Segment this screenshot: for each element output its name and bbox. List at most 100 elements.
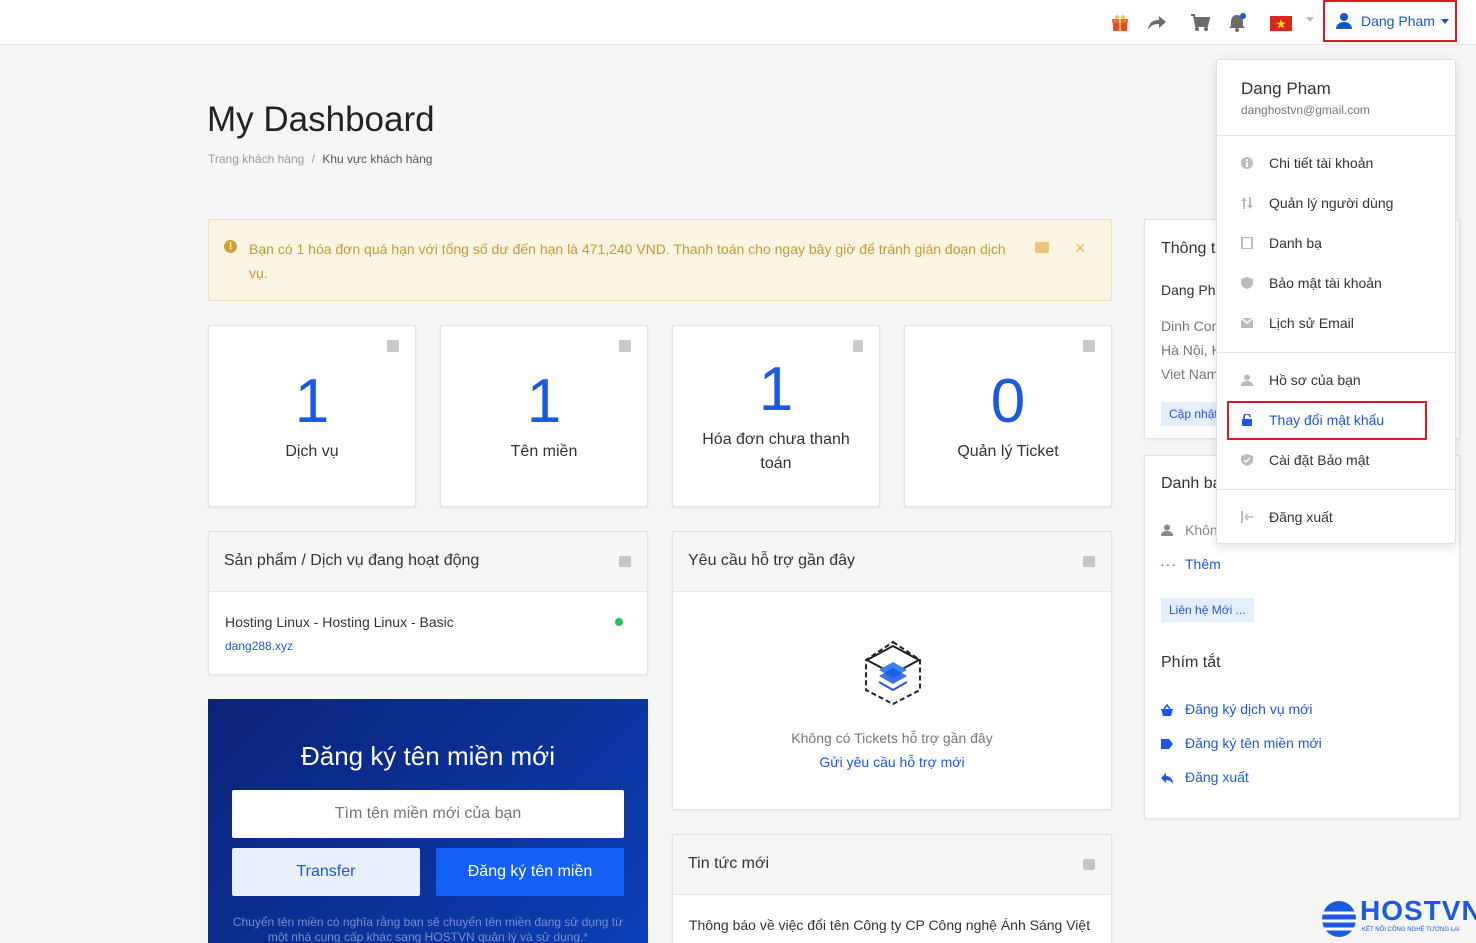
menu-label: Hồ sơ của bạn	[1269, 372, 1361, 388]
warning-icon: !	[224, 240, 237, 253]
active-products-panel: Sản phẩm / Dịch vụ đang hoạt động Hostin…	[208, 531, 648, 675]
top-navbar: Dang Pham	[0, 0, 1476, 45]
menu-user-management[interactable]: Quản lý người dùng	[1241, 193, 1393, 213]
address-book-icon	[1241, 237, 1253, 249]
breadcrumb-separator: /	[311, 152, 315, 166]
shield-check-icon	[1241, 454, 1253, 466]
panel-header: Tin tức mới	[673, 835, 1111, 895]
contacts-title: Danh bạ	[1161, 475, 1222, 492]
divider	[1217, 352, 1455, 353]
user-icon	[1241, 374, 1253, 386]
menu-label: Cài đặt Bảo mật	[1269, 452, 1370, 468]
user-icon	[1336, 13, 1352, 29]
tile-value: 1	[526, 367, 562, 436]
domain-search-input[interactable]	[232, 790, 624, 838]
new-contact-button[interactable]: Liên hệ Mới ...	[1161, 598, 1254, 622]
user-name: Dang Pham	[1361, 13, 1435, 29]
product-name[interactable]: Hosting Linux - Hosting Linux - Basic	[225, 614, 454, 630]
server-icon	[619, 556, 631, 567]
register-domain-button[interactable]: Đăng ký tên miền	[436, 848, 624, 896]
overdue-invoice-alert: ! Bạn có 1 hóa đơn quá hạn với tổng số d…	[208, 219, 1112, 301]
menu-contacts[interactable]: Danh bạ	[1241, 233, 1322, 253]
menu-label: Bảo mật tài khoản	[1269, 275, 1382, 291]
divider	[1217, 135, 1455, 136]
menu-email-history[interactable]: Lịch sử Email	[1241, 313, 1354, 333]
gift-icon[interactable]	[1109, 12, 1131, 34]
cart-icon[interactable]	[1189, 12, 1211, 34]
recent-tickets-panel: Yêu cầu hỗ trợ gần đây Không có Tickets …	[672, 531, 1112, 810]
tag-icon	[1161, 739, 1173, 749]
shield-icon	[1241, 277, 1253, 289]
product-domain[interactable]: dang288.xyz	[225, 639, 293, 653]
panel-title: Tin tức mới	[688, 855, 770, 872]
close-icon[interactable]: ×	[1075, 238, 1086, 259]
empty-tickets-text: Không có Tickets hỗ trợ gần đây	[791, 730, 993, 746]
status-dot-icon	[615, 618, 623, 626]
menu-account-security[interactable]: Bảo mật tài khoản	[1241, 273, 1382, 293]
breadcrumb: Trang khách hàng / Khu vực khách hàng	[208, 152, 432, 166]
shortcut-new-service[interactable]: Đăng ký dịch vụ mới	[1185, 701, 1312, 717]
panel-title: Sản phẩm / Dịch vụ đang hoạt động	[224, 552, 480, 569]
logo-globe-icon	[1321, 901, 1357, 937]
tile-label: Quản lý Ticket	[957, 443, 1059, 460]
menu-label: Lịch sử Email	[1269, 315, 1354, 331]
tile-unpaid-invoices[interactable]: 1 Hóa đơn chưa thanh toán	[672, 325, 880, 507]
user-icon	[1161, 524, 1173, 536]
language-caret-icon[interactable]	[1306, 17, 1314, 22]
menu-label: Danh bạ	[1269, 235, 1322, 251]
ticket-icon	[1083, 340, 1095, 352]
folder-icon[interactable]	[1035, 242, 1049, 253]
tile-tickets[interactable]: 0 Quản lý Ticket	[904, 325, 1112, 507]
domain-register-box: Đăng ký tên miền mới Transfer Đăng ký tê…	[208, 699, 648, 943]
transfer-button[interactable]: Transfer	[232, 848, 420, 896]
dropdown-user-name: Dang Pham	[1241, 79, 1331, 98]
highlight-box	[1227, 401, 1427, 440]
info-address-2: Hà Nội, H	[1161, 342, 1222, 358]
basket-icon	[1161, 704, 1173, 716]
panel-title: Yêu cầu hỗ trợ gần đây	[688, 552, 856, 569]
domain-box-title: Đăng ký tên miền mới	[300, 741, 556, 771]
menu-label: Đăng xuất	[1269, 509, 1333, 525]
new-ticket-link[interactable]: Gửi yêu cầu hỗ trợ mới	[673, 754, 1111, 770]
tile-label: Dịch vụ	[285, 443, 339, 460]
shortcut-logout[interactable]: Đăng xuất	[1185, 769, 1249, 785]
breadcrumb-home[interactable]: Trang khách hàng	[208, 152, 304, 166]
tile-label: Tên miền	[510, 443, 578, 460]
more-link-label: Thêm	[1185, 556, 1221, 572]
menu-account-details[interactable]: Chi tiết tài khoản	[1241, 153, 1373, 173]
logo-tagline: KẾT NỐI CÔNG NGHỆ TƯƠNG LAI	[1362, 927, 1460, 933]
menu-your-profile[interactable]: Hồ sơ của bạn	[1241, 370, 1361, 390]
shortcut-new-domain[interactable]: Đăng ký tên miền mới	[1185, 735, 1322, 751]
info-icon	[1241, 157, 1253, 169]
transfer-note: Chuyển tên miền có nghĩa rằng bạn sẽ chu…	[232, 915, 624, 943]
reply-icon	[1161, 773, 1173, 784]
flag-vn-icon[interactable]	[1270, 12, 1292, 34]
tile-value: 1	[758, 355, 794, 424]
empty-mailbox-icon	[864, 640, 922, 706]
divider	[1217, 489, 1455, 490]
comment-icon	[1083, 859, 1095, 870]
menu-label: Quản lý người dùng	[1269, 195, 1394, 211]
envelope-icon	[1241, 317, 1253, 329]
tile-domains[interactable]: 1 Tên miền	[440, 325, 648, 507]
hostvn-logo: HOSTVN KẾT NỐI CÔNG NGHỆ TƯƠNG LAI	[1318, 895, 1476, 943]
ticket-icon	[1083, 556, 1095, 567]
more-icon: ···	[1160, 556, 1177, 572]
news-panel: Tin tức mới Thông báo về việc đổi tên Cô…	[672, 834, 1112, 943]
bell-icon[interactable]	[1226, 12, 1248, 34]
user-menu-button[interactable]: Dang Pham	[1323, 0, 1457, 42]
server-icon	[387, 340, 399, 352]
breadcrumb-current: Khu vực khách hàng	[322, 152, 433, 166]
more-link[interactable]: Thêm	[1185, 556, 1221, 574]
news-item[interactable]: Thông báo về việc đổi tên Công ty CP Côn…	[689, 917, 1090, 933]
share-icon[interactable]	[1146, 12, 1168, 34]
user-dropdown-menu: Dang Pham danghostvn@gmail.com Chi tiết …	[1216, 59, 1456, 544]
sort-users-icon	[1241, 197, 1253, 209]
menu-label: Chi tiết tài khoản	[1269, 155, 1374, 171]
panel-header: Yêu cầu hỗ trợ gần đây	[673, 532, 1111, 592]
menu-logout[interactable]: Đăng xuất	[1241, 507, 1333, 527]
tile-services[interactable]: 1 Dịch vụ	[208, 325, 416, 507]
shortcuts-title: Phím tắt	[1161, 654, 1221, 671]
logo-brand: HOSTVN	[1360, 895, 1476, 926]
menu-security-settings[interactable]: Cài đặt Bảo mật	[1241, 450, 1369, 470]
